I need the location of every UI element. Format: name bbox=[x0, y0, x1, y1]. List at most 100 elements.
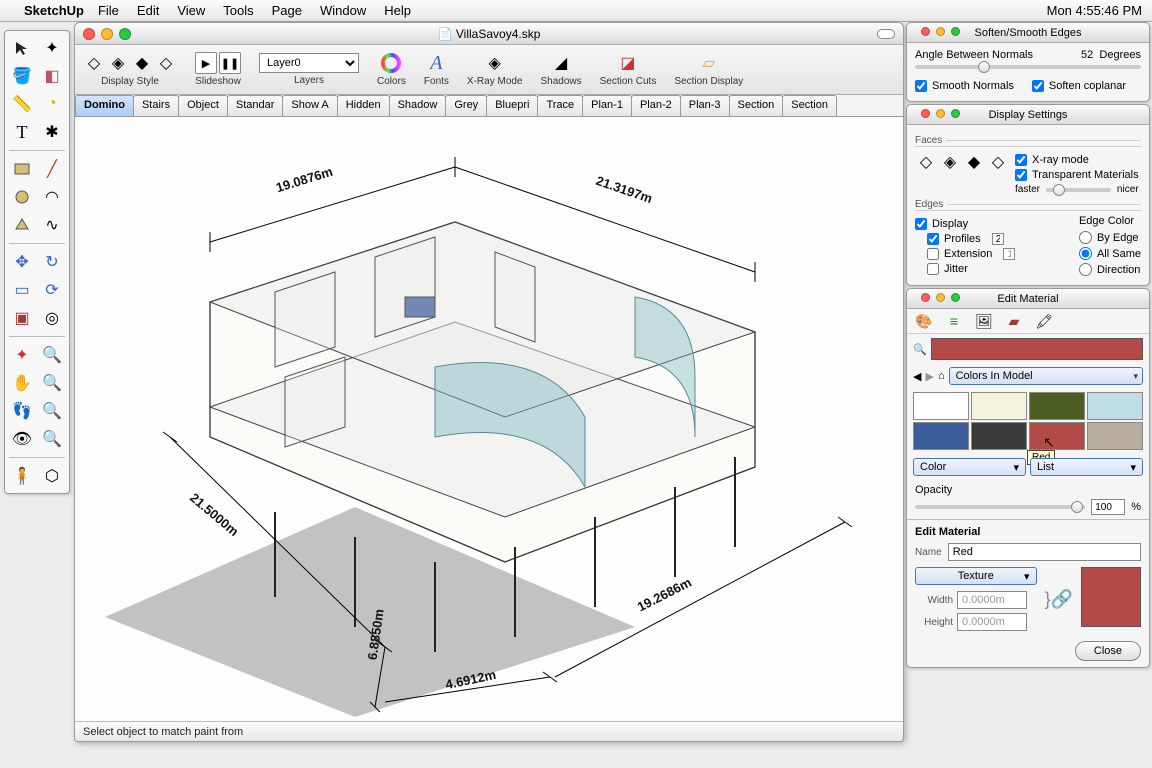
opacity-slider[interactable] bbox=[915, 505, 1085, 509]
menu-tools[interactable]: Tools bbox=[223, 3, 253, 18]
tab-show-a[interactable]: Show A bbox=[282, 95, 337, 116]
paint-bucket-tool[interactable]: 🪣 bbox=[8, 63, 36, 89]
tape-measure-tool[interactable]: 📏 bbox=[8, 91, 36, 117]
pushpull-tool[interactable]: ▭ bbox=[8, 277, 36, 303]
shadows-icon[interactable]: ◢ bbox=[550, 52, 572, 74]
swatch[interactable] bbox=[1029, 392, 1085, 420]
style-hidden-icon[interactable]: ◈ bbox=[107, 52, 129, 74]
layer-dropdown[interactable]: Layer0 bbox=[259, 53, 359, 73]
walk-tool[interactable]: 👣 bbox=[8, 398, 36, 424]
zoom-window-button[interactable] bbox=[119, 28, 131, 40]
close-icon[interactable] bbox=[921, 109, 930, 118]
close-window-button[interactable] bbox=[83, 28, 95, 40]
tab-standar[interactable]: Standar bbox=[227, 95, 284, 116]
menu-file[interactable]: File bbox=[98, 3, 119, 18]
search-icon[interactable]: 🔍 bbox=[913, 343, 927, 356]
close-icon[interactable] bbox=[921, 293, 930, 302]
person-tool[interactable]: 🧍 bbox=[8, 463, 36, 489]
all-same-radio[interactable]: All Same bbox=[1079, 247, 1141, 260]
tab-stairs[interactable]: Stairs bbox=[133, 95, 179, 116]
tab-section-2[interactable]: Section bbox=[782, 95, 837, 116]
arc-tool[interactable]: ◠ bbox=[38, 184, 66, 210]
style-textured-icon[interactable]: ◇ bbox=[155, 52, 177, 74]
tab-trace[interactable]: Trace bbox=[537, 95, 583, 116]
menu-page[interactable]: Page bbox=[272, 3, 302, 18]
swatch-red[interactable] bbox=[1029, 422, 1085, 450]
tab-hidden[interactable]: Hidden bbox=[337, 95, 390, 116]
scale-tool[interactable]: ▣ bbox=[8, 305, 36, 331]
orbit-tool[interactable]: ✦ bbox=[8, 342, 36, 368]
brick-icon[interactable]: ▰ bbox=[1003, 313, 1025, 329]
home-icon[interactable]: ⌂ bbox=[938, 370, 945, 382]
app-name[interactable]: SketchUp bbox=[24, 3, 84, 18]
angle-slider[interactable] bbox=[915, 65, 1141, 69]
toolbar-toggle-button[interactable] bbox=[877, 29, 895, 39]
look-around-tool[interactable]: 👁 bbox=[8, 426, 36, 452]
circle-tool[interactable] bbox=[8, 184, 36, 210]
protractor-tool[interactable]: ◔ bbox=[38, 91, 66, 117]
xray-checkbox[interactable]: X-ray mode bbox=[1015, 154, 1139, 166]
section-cuts-icon[interactable]: ◪ bbox=[617, 52, 639, 74]
sliders-icon[interactable]: ≡ bbox=[943, 313, 965, 329]
style-wireframe-icon[interactable]: ◇ bbox=[83, 52, 105, 74]
tab-domino[interactable]: Domino bbox=[75, 95, 134, 116]
list-mode-dropdown[interactable]: List▾ bbox=[1030, 458, 1143, 476]
minimize-icon[interactable] bbox=[936, 109, 945, 118]
texture-width-input[interactable] bbox=[957, 591, 1027, 609]
tab-plan-1[interactable]: Plan-1 bbox=[582, 95, 632, 116]
zoom-icon[interactable] bbox=[951, 293, 960, 302]
colors-icon[interactable] bbox=[380, 52, 402, 74]
model-canvas[interactable]: 19.0876m 21.3197m 21.5000m 19.2686m 6.88… bbox=[75, 117, 903, 721]
image-icon[interactable]: 🖼 bbox=[973, 313, 995, 329]
smooth-normals-checkbox[interactable]: Smooth Normals bbox=[915, 80, 1014, 92]
zoom-window-tool[interactable]: 🔍 bbox=[38, 370, 66, 396]
display-edges-checkbox[interactable]: Display bbox=[915, 218, 1069, 230]
tab-object[interactable]: Object bbox=[178, 95, 228, 116]
move-tool[interactable]: ✥ bbox=[8, 249, 36, 275]
library-dropdown[interactable]: Colors In Model▾ bbox=[949, 367, 1143, 385]
face-style-4-icon[interactable]: ◇ bbox=[987, 151, 1009, 173]
direction-radio[interactable]: Direction bbox=[1079, 263, 1141, 276]
minimize-window-button[interactable] bbox=[101, 28, 113, 40]
xray-icon[interactable]: ◈ bbox=[484, 52, 506, 74]
tab-bluepri[interactable]: Bluepri bbox=[486, 95, 538, 116]
close-button[interactable]: Close bbox=[1075, 641, 1141, 661]
section-display-icon[interactable]: ▱ bbox=[698, 52, 720, 74]
select-tool[interactable] bbox=[8, 35, 36, 61]
face-style-1-icon[interactable]: ◇ bbox=[915, 151, 937, 173]
crayons-icon[interactable]: 🖍 bbox=[1033, 313, 1055, 329]
eraser-tool[interactable]: ◧ bbox=[38, 63, 66, 89]
texture-height-input[interactable] bbox=[957, 613, 1027, 631]
tab-grey[interactable]: Grey bbox=[445, 95, 487, 116]
material-preview-swatch[interactable] bbox=[1081, 567, 1141, 627]
freehand-tool[interactable]: ∿ bbox=[38, 212, 66, 238]
rectangle-tool[interactable] bbox=[8, 156, 36, 182]
swatch[interactable] bbox=[913, 422, 969, 450]
fonts-icon[interactable]: A bbox=[425, 52, 447, 74]
texture-dropdown[interactable]: Texture▾ bbox=[915, 567, 1037, 585]
menu-help[interactable]: Help bbox=[384, 3, 411, 18]
current-color-swatch[interactable] bbox=[931, 338, 1143, 360]
line-tool[interactable]: ╱ bbox=[38, 156, 66, 182]
close-icon[interactable] bbox=[921, 27, 930, 36]
quality-slider[interactable] bbox=[1046, 188, 1111, 192]
section-tool[interactable]: ⬡ bbox=[38, 463, 66, 489]
tab-plan-3[interactable]: Plan-3 bbox=[680, 95, 730, 116]
extension-input[interactable] bbox=[1003, 248, 1015, 260]
minimize-icon[interactable] bbox=[936, 27, 945, 36]
menu-view[interactable]: View bbox=[177, 3, 205, 18]
swatch[interactable] bbox=[971, 422, 1027, 450]
swatch[interactable] bbox=[971, 392, 1027, 420]
material-name-input[interactable] bbox=[948, 543, 1141, 561]
profiles-checkbox[interactable]: Profiles bbox=[915, 233, 1069, 245]
color-wheel-icon[interactable]: 🎨 bbox=[913, 313, 935, 329]
lasso-tool[interactable]: ✦ bbox=[38, 35, 66, 61]
followme-tool[interactable]: ⟳ bbox=[38, 277, 66, 303]
swatch[interactable] bbox=[1087, 392, 1143, 420]
zoom-tool[interactable]: 🔍 bbox=[38, 342, 66, 368]
rotate-tool[interactable]: ↻ bbox=[38, 249, 66, 275]
menu-edit[interactable]: Edit bbox=[137, 3, 159, 18]
zoom-extents-tool[interactable]: 🔍 bbox=[38, 398, 66, 424]
by-edge-radio[interactable]: By Edge bbox=[1079, 231, 1141, 244]
face-style-2-icon[interactable]: ◈ bbox=[939, 151, 961, 173]
